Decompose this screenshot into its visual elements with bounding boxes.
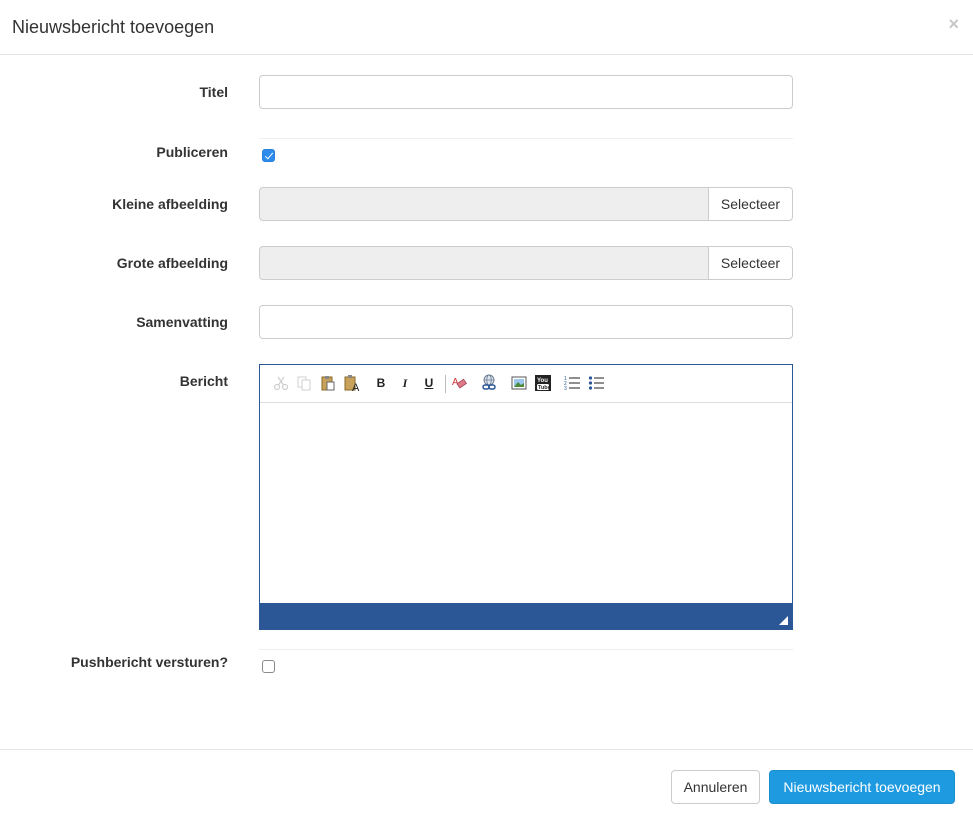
cut-icon[interactable] bbox=[272, 374, 290, 392]
push-label: Pushbericht versturen? bbox=[70, 654, 228, 670]
small-image-label: Kleine afbeelding bbox=[112, 196, 228, 212]
copy-icon[interactable] bbox=[295, 374, 313, 392]
youtube-icon[interactable]: You Tube bbox=[534, 374, 552, 392]
publish-row bbox=[259, 138, 793, 172]
push-row bbox=[259, 649, 793, 683]
link-icon[interactable] bbox=[480, 374, 498, 392]
editor-status-bar bbox=[259, 603, 793, 630]
small-image-group: Selecteer bbox=[259, 187, 793, 221]
summary-label: Samenvatting bbox=[136, 314, 228, 330]
publish-checkbox[interactable] bbox=[262, 149, 275, 162]
large-image-group: Selecteer bbox=[259, 246, 793, 280]
italic-icon[interactable]: I bbox=[396, 374, 414, 392]
modal-header: Nieuwsbericht toevoegen × bbox=[0, 0, 973, 55]
modal-title: Nieuwsbericht toevoegen bbox=[12, 17, 215, 37]
numbered-list-icon[interactable]: 123 bbox=[564, 374, 582, 392]
bold-icon[interactable]: B bbox=[372, 374, 390, 392]
image-icon[interactable] bbox=[510, 374, 528, 392]
message-label: Bericht bbox=[179, 373, 228, 389]
small-image-select-button[interactable]: Selecteer bbox=[708, 187, 793, 221]
paste-icon[interactable] bbox=[319, 374, 337, 392]
summary-input[interactable] bbox=[259, 305, 793, 339]
title-input[interactable] bbox=[259, 75, 793, 109]
editor-toolbar: A B I U A You Tube 123 bbox=[260, 365, 792, 403]
remove-format-icon[interactable]: A bbox=[451, 374, 469, 392]
svg-text:A: A bbox=[452, 377, 459, 388]
submit-button[interactable]: Nieuwsbericht toevoegen bbox=[769, 770, 955, 804]
close-button[interactable]: × bbox=[948, 15, 959, 33]
message-editor: A B I U A You Tube 123 bbox=[259, 364, 793, 630]
cancel-button[interactable]: Annuleren bbox=[671, 770, 760, 804]
svg-text:A: A bbox=[352, 382, 360, 392]
paste-text-icon[interactable]: A bbox=[343, 374, 361, 392]
push-checkbox[interactable] bbox=[262, 660, 275, 673]
toolbar-separator bbox=[445, 375, 446, 393]
title-label: Titel bbox=[199, 84, 228, 100]
large-image-display bbox=[259, 246, 709, 280]
large-image-select-button[interactable]: Selecteer bbox=[708, 246, 793, 280]
publish-label: Publiceren bbox=[156, 144, 228, 160]
svg-text:Tube: Tube bbox=[538, 385, 551, 391]
resize-handle-icon[interactable] bbox=[779, 616, 788, 625]
small-image-display bbox=[259, 187, 709, 221]
svg-text:You: You bbox=[537, 378, 548, 384]
modal-footer: Annuleren Nieuwsbericht toevoegen bbox=[0, 749, 973, 821]
svg-text:3: 3 bbox=[564, 386, 567, 392]
underline-icon[interactable]: U bbox=[420, 374, 438, 392]
bulleted-list-icon[interactable] bbox=[588, 374, 606, 392]
editor-content-area[interactable] bbox=[260, 404, 792, 603]
large-image-label: Grote afbeelding bbox=[116, 255, 228, 271]
